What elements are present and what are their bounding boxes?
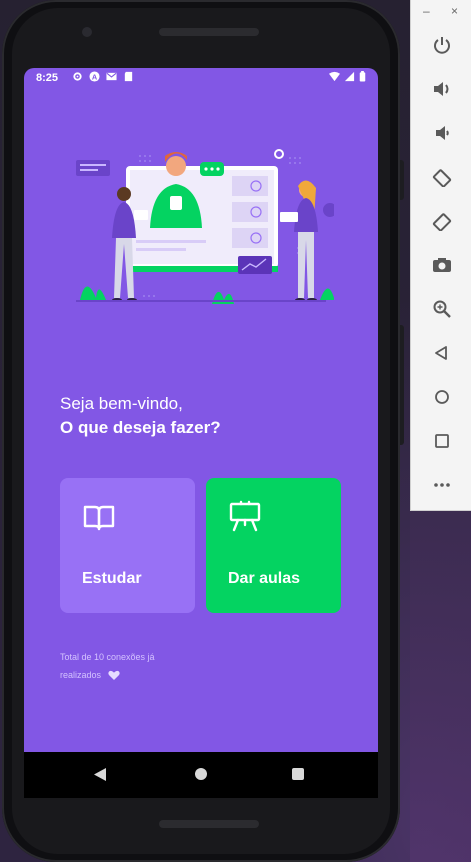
emulator-close-button[interactable]: ×	[451, 4, 458, 18]
home-circle-icon[interactable]	[195, 768, 207, 780]
bottom-speaker	[159, 820, 259, 828]
emulator-minimize-button[interactable]: –	[423, 4, 430, 18]
total-connections: Total de 10 conexões já realizados	[60, 648, 190, 684]
earpiece-speaker	[159, 28, 259, 36]
android-navigation-bar	[24, 752, 378, 798]
zoom-icon[interactable]	[429, 296, 455, 322]
recents-square-icon[interactable]	[292, 768, 304, 780]
power-side-button[interactable]	[400, 160, 404, 200]
overview-icon[interactable]	[429, 428, 455, 454]
presentation-board-icon	[229, 500, 261, 532]
volume-up-icon[interactable]	[429, 76, 455, 102]
svg-text:A: A	[92, 72, 98, 81]
rotate-left-icon[interactable]	[429, 164, 455, 190]
back-icon[interactable]	[429, 340, 455, 366]
more-icon[interactable]	[429, 472, 455, 498]
sd-card-icon	[124, 71, 133, 82]
study-button-label: Estudar	[82, 570, 142, 587]
battery-icon	[359, 71, 366, 82]
greeting-text: Seja bem-vindo,	[60, 394, 183, 413]
book-open-icon	[83, 505, 115, 531]
front-camera	[82, 27, 92, 37]
emulator-toolbar: – ×	[410, 0, 471, 511]
desktop-wallpaper-stripe	[410, 470, 471, 862]
greeting-question: O que deseja fazer?	[60, 418, 221, 437]
teach-button-label: Dar aulas	[228, 570, 301, 587]
volume-down-icon[interactable]	[429, 120, 455, 146]
status-time: 8:25	[36, 72, 59, 84]
camera-icon[interactable]	[429, 252, 455, 278]
volume-side-button[interactable]	[400, 325, 404, 445]
heart-icon	[107, 671, 120, 681]
wifi-icon	[329, 71, 340, 82]
power-icon[interactable]	[429, 32, 455, 58]
accessibility-icon: A	[89, 71, 100, 82]
teach-button[interactable]: Dar aulas	[206, 478, 341, 613]
connections-line-1: Total de 10 conexões já	[60, 652, 155, 662]
landing-illustration	[76, 149, 334, 304]
settings-icon	[73, 72, 82, 81]
rotate-right-icon[interactable]	[429, 208, 455, 234]
study-button[interactable]: Estudar	[60, 478, 195, 613]
status-bar: 8:25 A	[24, 68, 378, 88]
mail-icon	[106, 72, 117, 81]
signal-icon	[344, 71, 355, 82]
back-triangle-icon[interactable]	[94, 768, 106, 781]
connections-line-2: realizados	[60, 670, 102, 680]
app-screen: 8:25 A Seja bem-vindo, O que deseja faze…	[24, 68, 378, 752]
home-icon[interactable]	[429, 384, 455, 410]
